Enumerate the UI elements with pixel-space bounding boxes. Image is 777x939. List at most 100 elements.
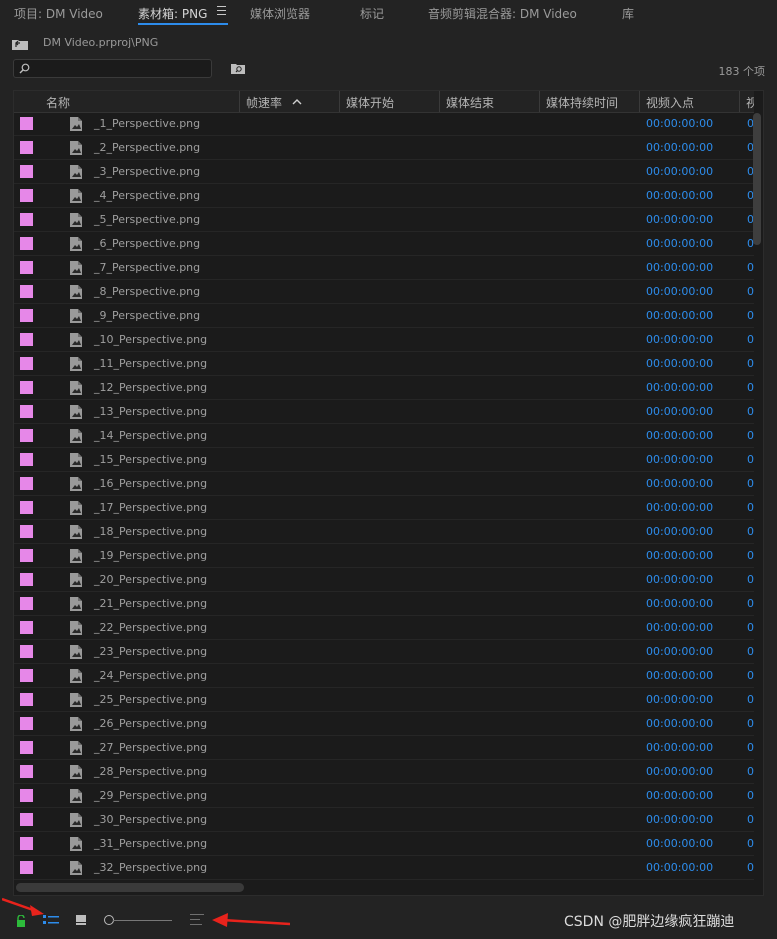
video-next-value: 0: [747, 261, 754, 274]
clip-row[interactable]: _22_Perspective.png 00:00:00:00 0: [14, 616, 754, 640]
search-icon: [19, 63, 30, 74]
column-video-next[interactable]: 视频: [746, 94, 754, 111]
clip-row[interactable]: _7_Perspective.png 00:00:00:00 0: [14, 256, 754, 280]
clip-row[interactable]: _12_Perspective.png 00:00:00:00 0: [14, 376, 754, 400]
label-color-swatch[interactable]: [20, 189, 33, 202]
label-color-swatch[interactable]: [20, 477, 33, 490]
clip-row[interactable]: _14_Perspective.png 00:00:00:00 0: [14, 424, 754, 448]
label-color-swatch[interactable]: [20, 525, 33, 538]
video-next-value: 0: [747, 525, 754, 538]
clip-row[interactable]: _19_Perspective.png 00:00:00:00 0: [14, 544, 754, 568]
column-divider[interactable]: [739, 91, 740, 112]
panel-menu-icon[interactable]: [217, 6, 226, 15]
clip-row[interactable]: _31_Perspective.png 00:00:00:00 0: [14, 832, 754, 856]
label-color-swatch[interactable]: [20, 669, 33, 682]
clip-row[interactable]: _10_Perspective.png 00:00:00:00 0: [14, 328, 754, 352]
clip-row[interactable]: _23_Perspective.png 00:00:00:00 0: [14, 640, 754, 664]
tab-project[interactable]: 项目: DM Video: [14, 5, 103, 22]
clip-row[interactable]: _20_Perspective.png 00:00:00:00 0: [14, 568, 754, 592]
video-in-timecode: 00:00:00:00: [646, 357, 714, 370]
label-color-swatch[interactable]: [20, 213, 33, 226]
clip-row[interactable]: _15_Perspective.png 00:00:00:00 0: [14, 448, 754, 472]
label-color-swatch[interactable]: [20, 501, 33, 514]
clip-row[interactable]: _13_Perspective.png 00:00:00:00 0: [14, 400, 754, 424]
label-color-swatch[interactable]: [20, 237, 33, 250]
label-color-swatch[interactable]: [20, 261, 33, 274]
clip-name: _22_Perspective.png: [94, 621, 208, 634]
label-color-swatch[interactable]: [20, 333, 33, 346]
clip-row[interactable]: _17_Perspective.png 00:00:00:00 0: [14, 496, 754, 520]
label-color-swatch[interactable]: [20, 405, 33, 418]
clip-row[interactable]: _3_Perspective.png 00:00:00:00 0: [14, 160, 754, 184]
clip-row[interactable]: _2_Perspective.png 00:00:00:00 0: [14, 136, 754, 160]
tab-media-browser[interactable]: 媒体浏览器: [250, 5, 310, 22]
clip-row[interactable]: _30_Perspective.png 00:00:00:00 0: [14, 808, 754, 832]
label-color-swatch[interactable]: [20, 741, 33, 754]
label-color-swatch[interactable]: [20, 453, 33, 466]
label-color-swatch[interactable]: [20, 357, 33, 370]
clip-row[interactable]: _18_Perspective.png 00:00:00:00 0: [14, 520, 754, 544]
column-media-end[interactable]: 媒体结束: [446, 94, 494, 111]
clip-row[interactable]: _11_Perspective.png 00:00:00:00 0: [14, 352, 754, 376]
label-color-swatch[interactable]: [20, 717, 33, 730]
label-color-swatch[interactable]: [20, 549, 33, 562]
sort-ascending-icon[interactable]: [292, 98, 302, 105]
label-color-swatch[interactable]: [20, 597, 33, 610]
sort-icon[interactable]: [190, 914, 204, 926]
label-color-swatch[interactable]: [20, 861, 33, 874]
clip-row[interactable]: _29_Perspective.png 00:00:00:00 0: [14, 784, 754, 808]
column-divider[interactable]: [539, 91, 540, 112]
clip-row[interactable]: _16_Perspective.png 00:00:00:00 0: [14, 472, 754, 496]
label-color-swatch[interactable]: [20, 117, 33, 130]
column-divider[interactable]: [639, 91, 640, 112]
column-frame-rate[interactable]: 帧速率: [246, 94, 282, 111]
tab-bin-png[interactable]: 素材箱: PNG: [138, 5, 207, 22]
label-color-swatch[interactable]: [20, 141, 33, 154]
find-icon[interactable]: [231, 63, 245, 74]
clip-row[interactable]: _28_Perspective.png 00:00:00:00 0: [14, 760, 754, 784]
clip-row[interactable]: _21_Perspective.png 00:00:00:00 0: [14, 592, 754, 616]
tab-audio-clip-mixer[interactable]: 音频剪辑混合器: DM Video: [428, 5, 577, 22]
clip-row[interactable]: _6_Perspective.png 00:00:00:00 0: [14, 232, 754, 256]
label-color-swatch[interactable]: [20, 813, 33, 826]
horizontal-scrollbar[interactable]: [16, 883, 244, 892]
label-color-swatch[interactable]: [20, 165, 33, 178]
clip-row[interactable]: _8_Perspective.png 00:00:00:00 0: [14, 280, 754, 304]
label-color-swatch[interactable]: [20, 645, 33, 658]
image-file-icon: [70, 429, 82, 443]
column-video-in[interactable]: 视频入点: [646, 94, 694, 111]
column-divider[interactable]: [439, 91, 440, 112]
zoom-slider[interactable]: [104, 915, 172, 925]
column-name[interactable]: 名称: [46, 94, 70, 111]
column-media-duration[interactable]: 媒体持续时间: [546, 94, 618, 111]
label-color-swatch[interactable]: [20, 693, 33, 706]
label-color-swatch[interactable]: [20, 381, 33, 394]
clip-row[interactable]: _1_Perspective.png 00:00:00:00 0: [14, 112, 754, 136]
clip-row[interactable]: _27_Perspective.png 00:00:00:00 0: [14, 736, 754, 760]
column-divider[interactable]: [239, 91, 240, 112]
label-color-swatch[interactable]: [20, 285, 33, 298]
clip-row[interactable]: _5_Perspective.png 00:00:00:00 0: [14, 208, 754, 232]
tab-markers[interactable]: 标记: [360, 5, 384, 22]
clip-row[interactable]: _25_Perspective.png 00:00:00:00 0: [14, 688, 754, 712]
label-color-swatch[interactable]: [20, 621, 33, 634]
tab-libraries[interactable]: 库: [622, 5, 634, 22]
clip-row[interactable]: _26_Perspective.png 00:00:00:00 0: [14, 712, 754, 736]
column-divider[interactable]: [339, 91, 340, 112]
folder-up-icon[interactable]: [12, 38, 28, 50]
label-color-swatch[interactable]: [20, 765, 33, 778]
label-color-swatch[interactable]: [20, 573, 33, 586]
clip-row[interactable]: _4_Perspective.png 00:00:00:00 0: [14, 184, 754, 208]
label-color-swatch[interactable]: [20, 837, 33, 850]
vertical-scrollbar[interactable]: [753, 113, 761, 245]
clip-row[interactable]: _9_Perspective.png 00:00:00:00 0: [14, 304, 754, 328]
icon-view-icon[interactable]: [75, 915, 87, 925]
label-color-swatch[interactable]: [20, 309, 33, 322]
search-input[interactable]: [13, 59, 212, 78]
label-color-swatch[interactable]: [20, 429, 33, 442]
clip-row[interactable]: _32_Perspective.png 00:00:00:00 0: [14, 856, 754, 880]
video-in-timecode: 00:00:00:00: [646, 429, 714, 442]
label-color-swatch[interactable]: [20, 789, 33, 802]
column-media-start[interactable]: 媒体开始: [346, 94, 394, 111]
clip-row[interactable]: _24_Perspective.png 00:00:00:00 0: [14, 664, 754, 688]
